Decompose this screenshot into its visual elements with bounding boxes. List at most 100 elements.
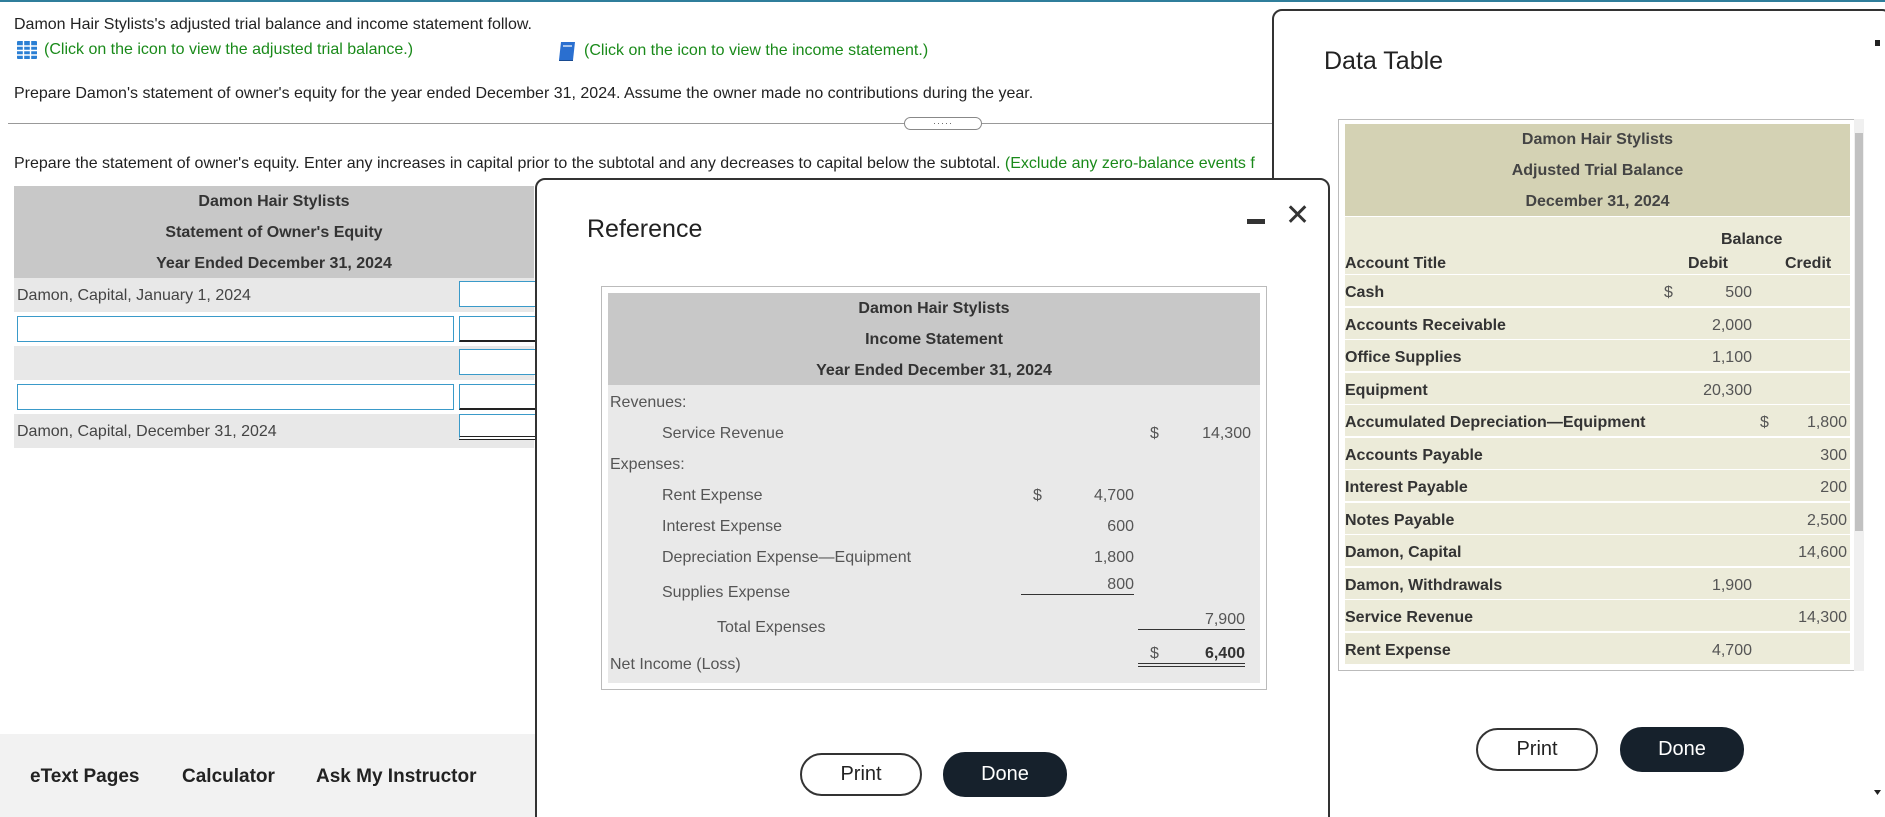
section-divider: [8, 123, 1278, 124]
soe-description-input-2[interactable]: [17, 384, 454, 410]
soe-amount-input-2[interactable]: [459, 316, 539, 342]
data-table-done-button[interactable]: Done: [1620, 727, 1744, 772]
soe-subtotal-input[interactable]: [459, 349, 539, 375]
income-statement-box: Damon Hair Stylists Income Statement Yea…: [601, 286, 1267, 690]
tb-row: Service Revenue 14,300: [1345, 599, 1850, 631]
tb-row: Notes Payable 2,500: [1345, 501, 1850, 534]
tb-credit-value: 2,500: [1806, 511, 1847, 529]
top-accent-line: [0, 0, 1885, 2]
soe-ending-input[interactable]: [459, 414, 539, 440]
is-service-revenue-value: 14,300: [1202, 425, 1251, 442]
soe-label-ending: Damon, Capital, December 31, 2024: [17, 423, 277, 440]
tb-debit-value: 500: [1725, 284, 1752, 301]
bottom-toolbar: eText Pages Calculator Ask My Instructor: [0, 734, 540, 817]
close-icon[interactable]: ✕: [1285, 198, 1310, 233]
soe-row-ending-capital: Damon, Capital, December 31, 2024: [14, 414, 534, 448]
data-table-scroll-thumb[interactable]: [1855, 133, 1863, 531]
data-table-print-button[interactable]: Print: [1476, 728, 1598, 771]
reference-dialog: Reference ✕ Damon Hair Stylists Income S…: [535, 178, 1330, 817]
calculator-button[interactable]: Calculator: [182, 766, 275, 788]
is-period: Year Ended December 31, 2024: [816, 362, 1052, 379]
soe-description-input-1[interactable]: [17, 316, 454, 342]
tb-account-name: Damon, Capital: [1345, 544, 1462, 561]
soe-row-subtotal: [14, 346, 534, 380]
is-total-expenses-value: 7,900: [1138, 611, 1245, 630]
trial-balance-link-label[interactable]: (Click on the icon to view the adjusted …: [44, 41, 413, 59]
is-expense-label: Depreciation Expense—Equipment: [662, 549, 912, 566]
etext-pages-button[interactable]: eText Pages: [30, 766, 139, 788]
data-table-scrollbar[interactable]: [1854, 119, 1864, 671]
tb-statement: Adjusted Trial Balance: [1511, 162, 1684, 179]
trial-balance-link[interactable]: (Click on the icon to view the adjusted …: [16, 40, 413, 60]
scroll-indicator-top-icon: [1875, 40, 1880, 46]
tb-row: Damon, Capital 14,600: [1345, 534, 1850, 566]
divider-handle[interactable]: ·····: [904, 117, 982, 130]
soe-header: Damon Hair Stylists Statement of Owner's…: [14, 186, 534, 278]
tb-credit-value: 14,300: [1798, 609, 1847, 626]
soe-company: Damon Hair Stylists: [198, 193, 350, 210]
minimize-icon[interactable]: [1247, 219, 1265, 224]
tb-account-name: Accounts Receivable: [1345, 316, 1506, 334]
tb-account-name: Service Revenue: [1345, 609, 1474, 626]
page-scrollbar[interactable]: [1870, 20, 1885, 810]
trial-balance-frame: Damon Hair Stylists Adjusted Trial Balan…: [1338, 119, 1864, 671]
tb-account-name: Notes Payable: [1345, 511, 1455, 529]
soe-row-beginning-capital: Damon, Capital, January 1, 2024: [14, 278, 534, 312]
tb-row: Cash $500: [1345, 274, 1850, 306]
ask-instructor-button[interactable]: Ask My Instructor: [316, 766, 476, 788]
income-statement-link-label[interactable]: (Click on the icon to view the income st…: [584, 42, 928, 60]
tb-credit-value: 1,800: [1806, 414, 1847, 431]
tb-credit-value: 200: [1820, 479, 1847, 496]
soe-title: Statement of Owner's Equity: [165, 224, 383, 241]
data-table-dialog: Data Table Damon Hair Stylists Adjusted …: [1272, 9, 1885, 817]
is-expense-label: Supplies Expense: [662, 584, 791, 601]
instructions-text: Prepare the statement of owner's equity.…: [14, 155, 1270, 173]
tb-account-name: Equipment: [1345, 381, 1428, 399]
tb-debit-value: 20,300: [1703, 381, 1752, 399]
tb-row: Equipment 20,300: [1345, 371, 1850, 404]
is-expense-label: Interest Expense: [662, 518, 783, 535]
data-table-title: Data Table: [1324, 47, 1444, 75]
tb-credit-dollar: $: [1760, 414, 1769, 431]
tb-company: Damon Hair Stylists: [1521, 131, 1674, 148]
is-revenues-label: Revenues:: [610, 394, 687, 411]
tb-credit-value: 300: [1820, 446, 1847, 464]
is-company: Damon Hair Stylists: [858, 300, 1010, 317]
is-expense-value: 800: [1021, 576, 1134, 595]
book-icon[interactable]: [556, 40, 578, 62]
tb-account-name: Interest Payable: [1345, 479, 1468, 496]
tb-debit-value: 1,900: [1711, 576, 1752, 594]
is-expense-value: 4,700: [1093, 487, 1134, 504]
tb-credit-value: 14,600: [1798, 544, 1847, 561]
scroll-down-arrow-icon: [1874, 790, 1881, 795]
tb-row: Damon, Withdrawals 1,900: [1345, 566, 1850, 599]
soe-period: Year Ended December 31, 2024: [156, 255, 392, 272]
instructions-main: Prepare the statement of owner's equity.…: [14, 155, 1001, 172]
tb-row: Accumulated Depreciation—Equipment $1,800: [1345, 404, 1850, 436]
reference-title: Reference: [587, 215, 703, 243]
tb-date: December 31, 2024: [1525, 193, 1670, 210]
trial-balance-header: Damon Hair Stylists Adjusted Trial Balan…: [1345, 124, 1850, 218]
income-statement-link[interactable]: (Click on the icon to view the income st…: [556, 40, 928, 62]
is-service-revenue-label: Service Revenue: [662, 425, 784, 442]
tb-account-name: Cash: [1345, 284, 1385, 301]
is-expense-value: 600: [1107, 518, 1134, 535]
is-statement: Income Statement: [865, 331, 1003, 348]
tb-row: Accounts Payable 300: [1345, 436, 1850, 469]
is-net-income-label: Net Income (Loss): [610, 656, 741, 673]
is-expense-dollar: $: [1033, 487, 1042, 504]
is-expense-value: 1,800: [1093, 549, 1134, 566]
soe-amount-input-1[interactable]: [459, 281, 539, 307]
tb-credit-header: Credit: [1785, 255, 1832, 272]
reference-done-button[interactable]: Done: [943, 752, 1067, 797]
soe-amount-input-3[interactable]: [459, 384, 539, 410]
intro-text: Damon Hair Stylists's adjusted trial bal…: [14, 16, 532, 33]
income-statement-body: Revenues: Service Revenue $ 14,300 Expen…: [608, 385, 1260, 683]
is-service-revenue-dollar: $: [1150, 425, 1159, 442]
tb-column-header: Balance Account Title Debit Credit: [1345, 216, 1850, 274]
tb-row: Office Supplies 1,100: [1345, 339, 1850, 371]
reference-print-button[interactable]: Print: [800, 753, 922, 796]
tb-row: Rent Expense 4,700: [1345, 631, 1850, 664]
tb-account-name: Accumulated Depreciation—Equipment: [1345, 414, 1646, 431]
table-icon[interactable]: [16, 40, 38, 60]
